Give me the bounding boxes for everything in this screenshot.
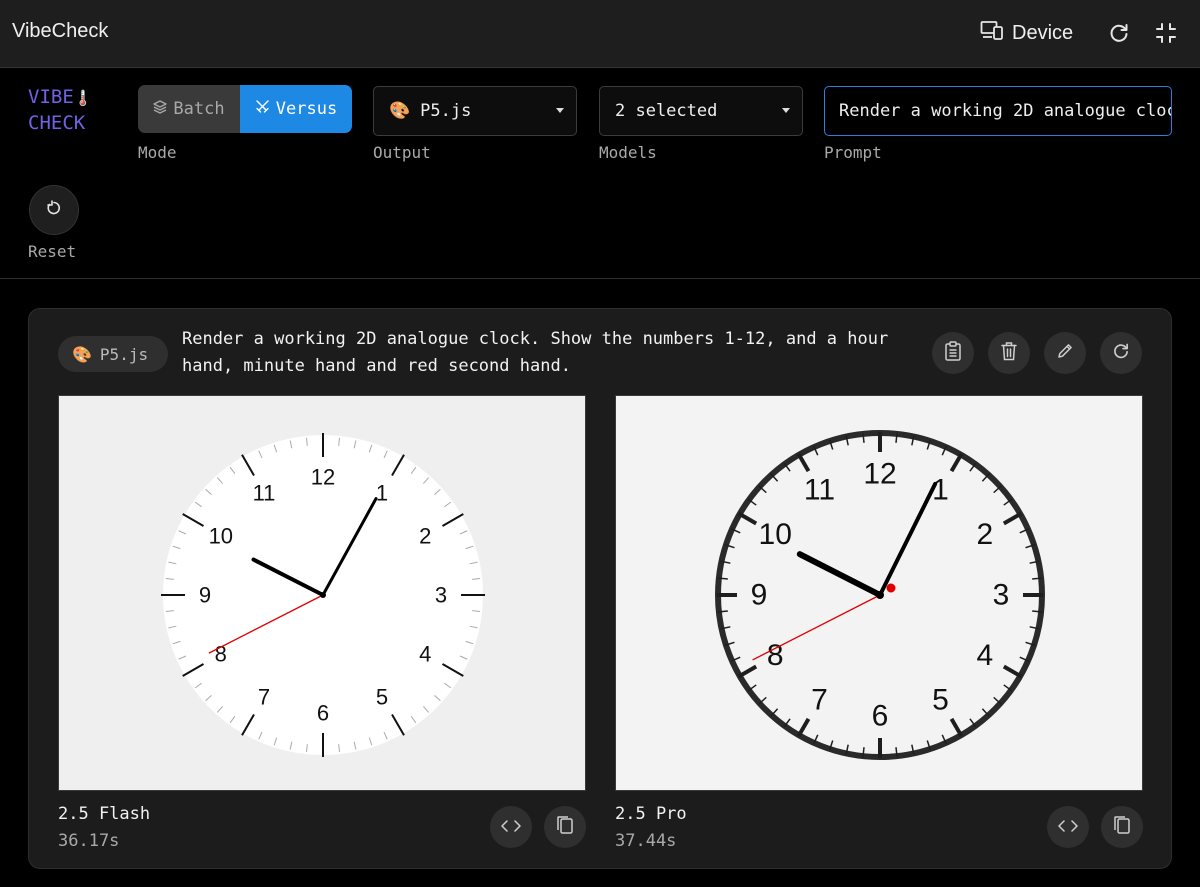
view-code-button[interactable] xyxy=(490,806,532,848)
clock-number: 11 xyxy=(253,480,276,505)
clock-number: 6 xyxy=(872,700,889,733)
clock-number: 7 xyxy=(258,685,270,710)
prompt-label: Prompt xyxy=(824,143,882,162)
logo-line-2: CHECK xyxy=(28,112,86,134)
palette-icon: 🎨 xyxy=(72,344,92,364)
models-select[interactable]: 2 selected xyxy=(599,86,803,136)
mode-versus-label: Versus xyxy=(275,99,338,119)
mode-label: Mode xyxy=(138,143,177,162)
preview-canvas-pro: 12 1 2 3 4 5 6 7 8 9 10 11 xyxy=(615,395,1143,791)
minute-tick xyxy=(895,747,898,758)
app-title: VibeCheck xyxy=(12,20,109,42)
clock-number: 9 xyxy=(751,579,768,612)
clock-number: 2 xyxy=(976,518,993,551)
model-name: 2.5 Pro xyxy=(615,804,687,824)
device-icon xyxy=(980,20,1004,46)
code-icon xyxy=(1058,818,1078,837)
clock-number: 12 xyxy=(311,465,335,490)
clock-number: 8 xyxy=(767,639,784,672)
mode-toggle: Batch Versus xyxy=(138,85,352,133)
device-button[interactable]: Device xyxy=(980,18,1073,48)
model-name: 2.5 Flash xyxy=(58,804,151,824)
copy-code-button[interactable] xyxy=(544,806,586,848)
reset-icon xyxy=(45,199,63,221)
clock-number: 11 xyxy=(804,474,835,507)
clock-pro: 12 1234567891011 xyxy=(715,430,1045,760)
center-cap xyxy=(876,591,884,599)
clipboard-icon xyxy=(944,341,962,365)
view-code-button[interactable] xyxy=(1047,806,1089,848)
output-value: P5.js xyxy=(420,101,472,121)
minute-tick xyxy=(895,432,898,443)
mode-versus-button[interactable]: Versus xyxy=(240,85,352,133)
minute-tick xyxy=(717,577,728,580)
clock-number: 6 xyxy=(317,701,329,726)
trash-icon xyxy=(1000,341,1018,365)
clock-number: 1 xyxy=(932,474,949,507)
models-value: 2 selected xyxy=(615,101,718,121)
delete-button[interactable] xyxy=(988,332,1030,374)
copy-icon xyxy=(556,815,574,839)
clock-number: 10 xyxy=(209,524,233,549)
layers-icon xyxy=(153,99,168,119)
clock-number: 2 xyxy=(419,524,431,549)
code-icon xyxy=(501,818,521,837)
output-select[interactable]: 🎨 P5.js xyxy=(373,86,577,136)
crossed-swords-icon xyxy=(255,99,270,119)
output-chip: 🎨 P5.js xyxy=(58,336,168,372)
card-prompt-text: Render a working 2D analogue clock. Show… xyxy=(182,329,889,376)
mode-batch-button[interactable]: Batch xyxy=(138,85,240,133)
model-time: 37.44s xyxy=(615,831,677,851)
output-label: Output xyxy=(373,143,431,162)
vibe-check-logo: VIBE🌡️ CHECK xyxy=(28,85,92,136)
copy-prompt-button[interactable] xyxy=(932,332,974,374)
clock-number: 4 xyxy=(976,639,993,672)
chevron-down-icon xyxy=(782,108,790,113)
clock-number: 10 xyxy=(759,518,792,551)
minute-tick xyxy=(1032,577,1043,580)
minute-tick xyxy=(717,610,728,613)
chip-label: P5.js xyxy=(99,344,149,364)
clock-number: 9 xyxy=(199,583,211,608)
title-bar: VibeCheck Device xyxy=(0,0,1200,68)
clock-flash: 121234567891011 xyxy=(161,433,485,757)
device-label: Device xyxy=(1012,21,1074,44)
clock-number: 3 xyxy=(435,583,447,608)
edit-button[interactable] xyxy=(1044,332,1086,374)
models-label: Models xyxy=(599,143,657,162)
clock-number: 3 xyxy=(993,579,1010,612)
prompt-input[interactable] xyxy=(824,86,1172,136)
reset-button[interactable] xyxy=(29,185,79,235)
copy-code-button[interactable] xyxy=(1101,806,1143,848)
chevron-down-icon xyxy=(556,108,564,113)
mode-batch-label: Batch xyxy=(173,99,225,119)
exit-fullscreen-icon[interactable] xyxy=(1153,20,1179,46)
preview-canvas-flash: 12 1 2 3 4 5 6 7 8 9 10 11 xyxy=(58,395,586,791)
regenerate-button[interactable] xyxy=(1100,332,1142,374)
clock-number: 7 xyxy=(811,683,828,716)
minute-tick xyxy=(1032,610,1043,613)
minute-tick xyxy=(862,747,865,758)
divider xyxy=(0,278,1200,279)
clock-number: 5 xyxy=(932,683,949,716)
thermometer-icon: 🌡️ xyxy=(73,89,93,107)
pencil-icon xyxy=(1056,342,1074,364)
minute-tick xyxy=(862,432,865,443)
center-cap xyxy=(320,592,326,598)
refresh-icon[interactable] xyxy=(1106,20,1132,46)
clock-number: 1 xyxy=(376,480,388,505)
model-time: 36.17s xyxy=(58,831,120,851)
clock-number: 12 xyxy=(863,458,896,491)
logo-line-1: VIBE xyxy=(28,86,74,108)
palette-icon: 🎨 xyxy=(389,101,411,121)
clock-number: 4 xyxy=(419,642,431,667)
clock-number: 5 xyxy=(376,685,388,710)
copy-icon xyxy=(1113,815,1131,839)
second-hand-dot xyxy=(886,583,896,593)
reset-label: Reset xyxy=(28,242,77,261)
refresh-icon xyxy=(1112,342,1130,364)
